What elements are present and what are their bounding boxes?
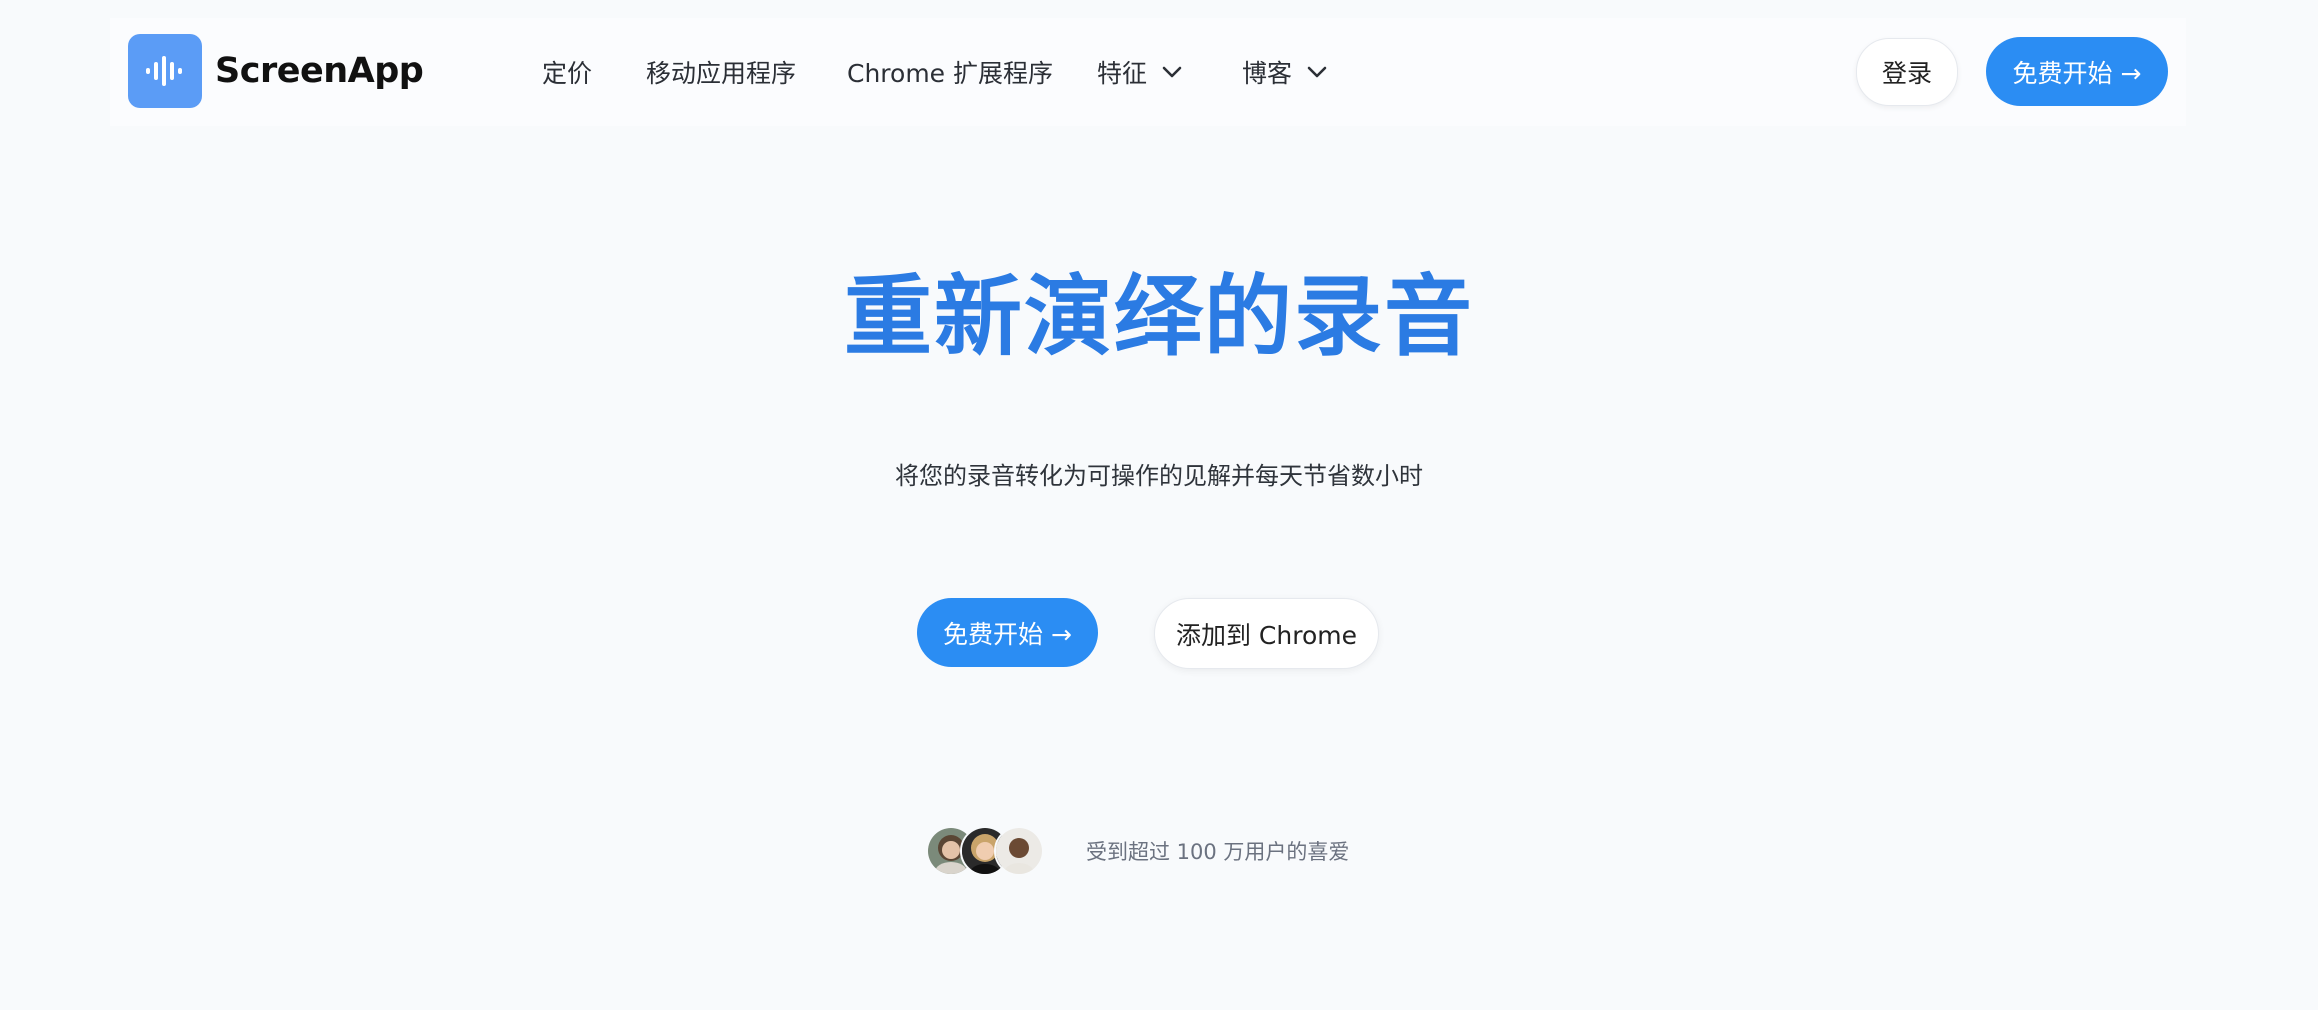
add-to-chrome-button[interactable]: 添加到 Chrome [1154,598,1379,669]
brand-name: ScreenApp [215,51,424,91]
nav-item-label: 博客 [1242,59,1293,88]
hero-title: 重新演绎的录音 [843,265,1474,368]
user-avatar-group [926,826,1046,876]
nav-item-features[interactable]: 特征 [1097,18,1183,126]
nav-item-label: 定价 [542,59,593,88]
hero-subtitle: 将您的录音转化为可操作的见解并每天节省数小时 [895,462,1423,490]
nav-item-chrome-extension[interactable]: Chrome 扩展程序 [847,18,1053,126]
user-avatar-3 [994,826,1044,876]
brand-link[interactable]: ScreenApp [128,34,424,108]
nav-item-label: Chrome 扩展程序 [847,59,1054,88]
hero-start-free-button[interactable]: 免费开始 → [917,598,1098,667]
landing-page: ScreenApp 定价 移动应用程序 Chrome 扩展程序 特征 博客 登录… [0,0,2318,1010]
nav-start-free-button[interactable]: 免费开始 → [1986,37,2168,106]
waveform-icon [128,34,202,108]
nav-item-blog[interactable]: 博客 [1242,18,1328,126]
chevron-down-icon [1161,65,1183,79]
nav-item-label: 移动应用程序 [646,59,797,88]
top-navbar: ScreenApp 定价 移动应用程序 Chrome 扩展程序 特征 博客 登录… [110,18,2186,126]
login-button[interactable]: 登录 [1856,38,1958,106]
chevron-down-icon [1306,65,1328,79]
nav-item-label: 特征 [1097,59,1148,88]
nav-item-mobile-app[interactable]: 移动应用程序 [646,18,796,126]
nav-item-pricing[interactable]: 定价 [542,18,592,126]
social-proof-text: 受到超过 100 万用户的喜爱 [1086,840,1350,864]
